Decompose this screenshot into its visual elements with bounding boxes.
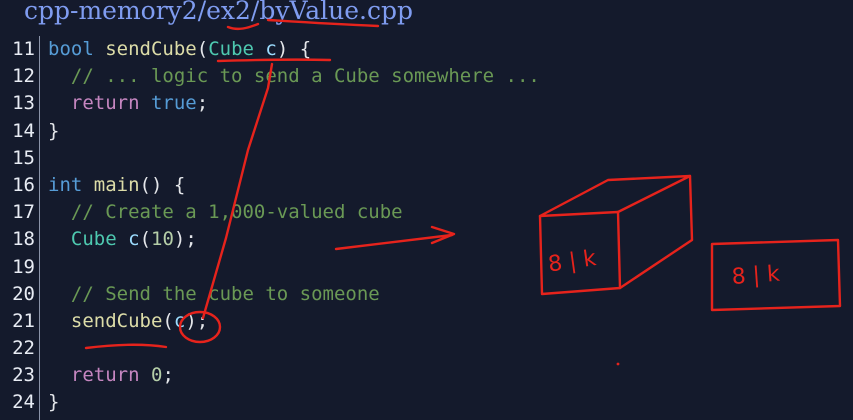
code-text: return true; (48, 90, 208, 117)
code-token: sendCube (70, 309, 163, 332)
code-text: Cube c(10); (48, 226, 197, 253)
code-token: c (173, 309, 186, 332)
code-line[interactable]: 20 // Send the cube to someone (0, 281, 853, 308)
line-number: 24 (12, 391, 35, 414)
code-token: } (48, 119, 60, 142)
code-line[interactable]: 11 bool sendCube(Cube c) { (0, 36, 853, 63)
line-number: 22 (12, 337, 35, 360)
code-text: sendCube(c); (48, 308, 208, 335)
file-path-title: cpp-memory2/ex2/byValue.cpp (24, 0, 413, 25)
code-line[interactable]: 14} (0, 118, 853, 145)
line-number: 15 (12, 146, 35, 169)
code-token: 0 (150, 364, 163, 387)
code-token: c (265, 38, 277, 60)
code-line[interactable]: 15 (0, 145, 853, 172)
slide-frame: cpp-memory2/ex2/byValue.cpp 11 bool sendC… (0, 0, 853, 420)
line-number: 16 (12, 173, 35, 196)
code-token: Cube (70, 228, 117, 251)
code-token: ; (196, 92, 209, 115)
code-token: ( (139, 228, 152, 251)
code-text: bool sendCube(Cube c) { (48, 36, 311, 63)
code-token: return (70, 364, 140, 387)
code-token: Cube (208, 38, 254, 60)
code-token: } (48, 391, 60, 414)
line-number: 12 (12, 65, 35, 88)
code-line[interactable]: 13 return true; (0, 90, 853, 117)
code-editor[interactable]: 11 bool sendCube(Cube c) {12 // ... logic… (0, 36, 853, 417)
code-token: sendCube (105, 38, 197, 60)
code-line[interactable]: 24} (0, 389, 853, 416)
line-number: 23 (12, 364, 35, 387)
code-line[interactable]: 19 (0, 254, 853, 281)
line-number: 19 (12, 255, 35, 278)
code-token: // Create a 1,000-valued cube (48, 201, 403, 224)
line-number: 11 (12, 38, 35, 60)
line-number: 14 (12, 119, 35, 142)
code-text: } (48, 389, 59, 416)
code-token: ( (196, 38, 209, 60)
code-token: ) { (276, 38, 312, 60)
code-text: // ... logic to send a Cube somewhere ..… (48, 63, 540, 90)
code-text: // Send the cube to someone (48, 281, 380, 308)
code-text: return 0; (48, 362, 174, 389)
code-line[interactable]: 12 // ... logic to send a Cube somewhere… (0, 63, 853, 90)
code-token: // Send the cube to someone (48, 282, 380, 305)
code-token: 10 (151, 228, 174, 251)
code-line[interactable]: 22 (0, 335, 853, 362)
code-token: bool (48, 38, 94, 60)
code-line[interactable]: 17 // Create a 1,000-valued cube (0, 199, 853, 226)
code-token: main (93, 173, 140, 196)
code-token: c (128, 228, 140, 251)
line-number: 20 (12, 282, 35, 305)
code-token: ); (185, 309, 209, 332)
code-line[interactable]: 23 return 0; (0, 362, 853, 389)
line-number: 18 (12, 228, 35, 251)
line-number: 13 (12, 92, 35, 115)
code-line[interactable]: 16 int main() { (0, 172, 853, 199)
code-token: () { (139, 173, 186, 196)
code-line[interactable]: 21 sendCube(c); (0, 308, 853, 335)
code-text: // Create a 1,000-valued cube (48, 199, 403, 226)
code-token: true (150, 92, 197, 115)
code-text: int main() { (48, 172, 185, 199)
code-token: return (70, 92, 140, 115)
code-token: ); (173, 228, 197, 251)
code-text: } (48, 118, 59, 145)
code-line[interactable]: 18 Cube c(10); (0, 226, 853, 253)
code-token: ( (162, 309, 174, 332)
code-token: ; (162, 364, 174, 387)
code-token: int (48, 173, 83, 196)
line-number: 21 (12, 309, 35, 332)
line-number: 17 (12, 201, 35, 224)
code-token: // ... logic to send a Cube somewhere ..… (48, 65, 540, 88)
